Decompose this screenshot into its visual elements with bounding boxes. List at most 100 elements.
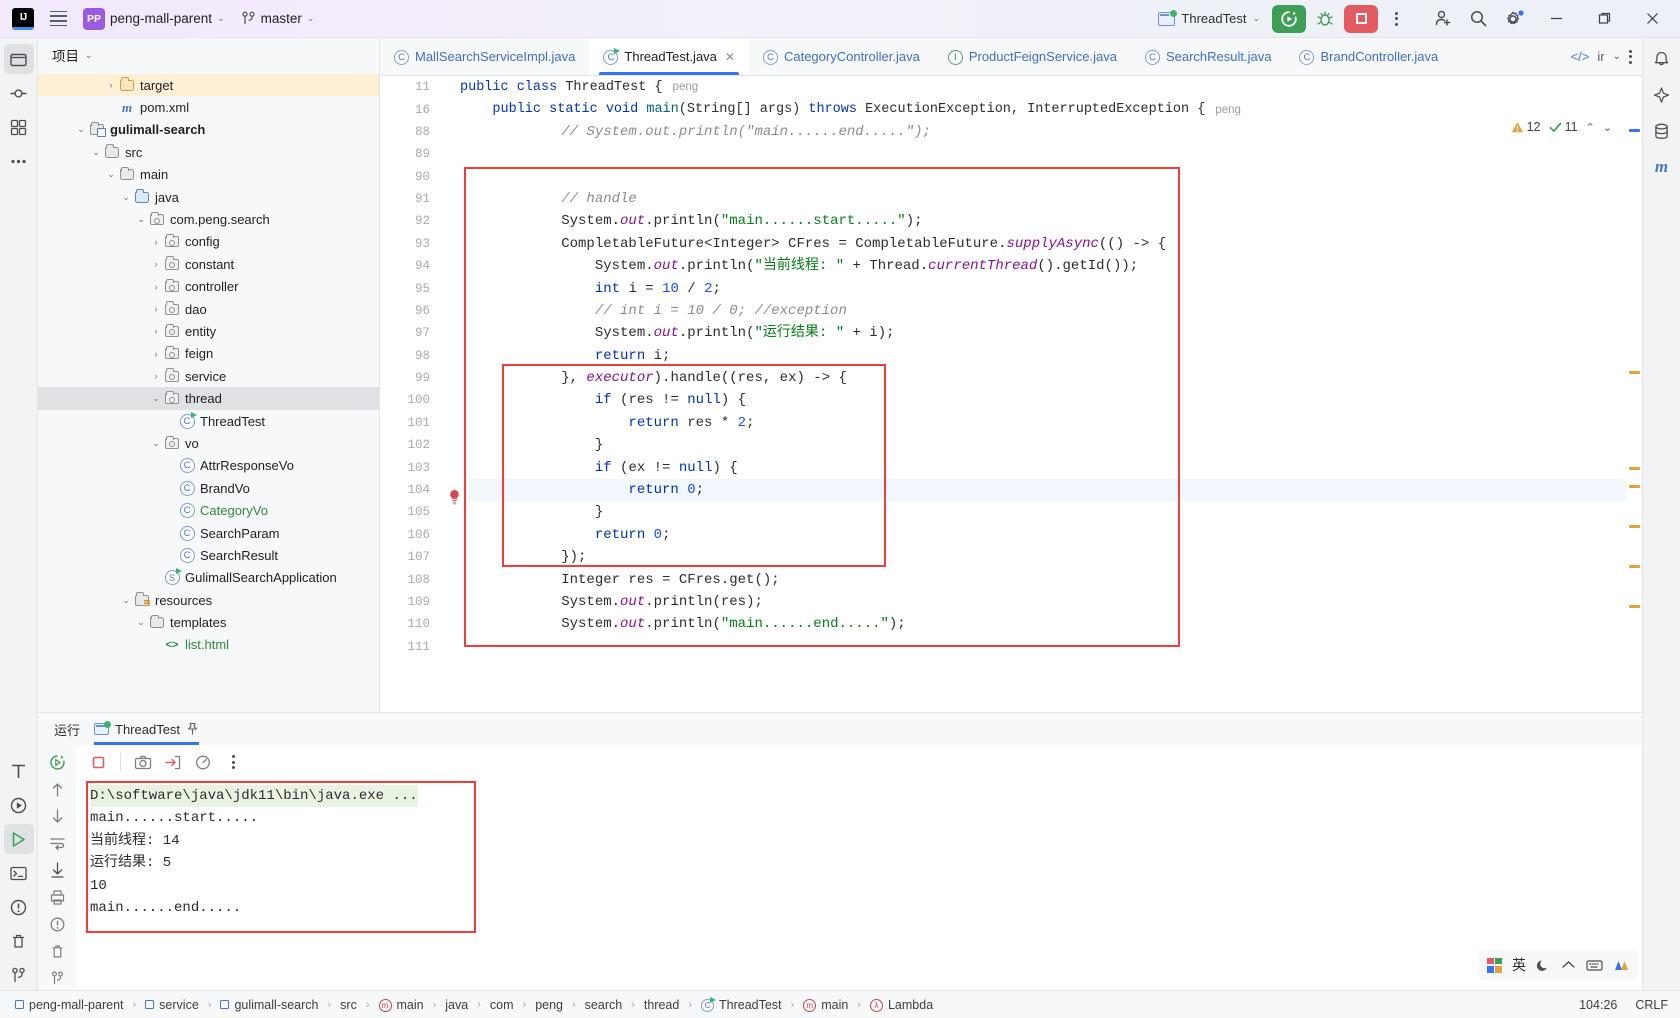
code-line-98[interactable]: return i; [468,345,1626,367]
status-breadcrumb-src[interactable]: src [337,997,360,1013]
chevron-right-icon[interactable]: › [149,349,163,359]
tree-node-searchparam[interactable]: C SearchParam [38,522,379,544]
chevron-down-icon[interactable]: ⌄ [104,169,118,180]
code-text[interactable]: // System.out.println("main......end....… [468,121,1626,712]
database-button[interactable] [1647,116,1677,146]
console-warning-button[interactable] [43,914,71,936]
status-breadcrumb-peng-mall-parent[interactable]: peng-mall-parent [12,997,127,1013]
tree-node-main[interactable]: ⌄ main [38,164,379,186]
chevron-down-icon[interactable]: ⌄ [149,393,163,404]
branch-widget[interactable]: master ⌄ [235,5,321,33]
code-line-103[interactable]: if (ex != null) { [468,457,1626,479]
code-line-110[interactable]: System.out.println("main......end.....")… [468,613,1626,635]
close-tab-icon[interactable]: ✕ [725,50,735,64]
rail-project-button[interactable] [3,44,34,74]
pin-icon[interactable] [186,722,199,736]
tree-node-pom-xml[interactable]: m pom.xml [38,96,379,118]
editor-right-markers[interactable] [1626,120,1642,712]
code-line-92[interactable]: System.out.println("main......start.....… [468,210,1626,232]
rail-run-tool-button[interactable] [3,824,34,854]
tree-node-templates[interactable]: ⌄ templates [38,611,379,633]
tree-node-gulimall-search[interactable]: ⌄ gulimall-search [38,119,379,141]
rail-terminal-t-button[interactable] [4,756,34,786]
project-widget[interactable]: PP peng-mall-parent ⌄ [77,5,231,33]
console-output[interactable]: D:\software\java\jdk11\bin\java.exe ... m… [76,779,1642,990]
tree-node-service[interactable]: › service [38,365,379,387]
rail-commit-button[interactable] [4,78,34,108]
tree-node-target[interactable]: › target [38,74,379,97]
tree-node-src[interactable]: ⌄ src [38,141,379,163]
rerun-button[interactable] [43,751,71,773]
chevron-down-icon[interactable]: ⌄ [134,617,148,628]
chevron-down-icon[interactable]: ⌄ [119,595,133,606]
tree-node-gulimallsearchapplication[interactable]: S GulimallSearchApplication [38,567,379,589]
editor-tab-productfeignservice[interactable]: I ProductFeignService.java [934,38,1131,75]
rail-more-button[interactable] [4,146,34,176]
chevron-down-icon[interactable]: ⌄ [74,124,88,135]
editor-tab-threadtest[interactable]: C ThreadTest.java ✕ [589,38,749,75]
status-breadcrumb-java[interactable]: java [442,997,471,1013]
clear-console-button[interactable] [43,941,71,963]
tree-node-config[interactable]: › config [38,231,379,253]
moon-icon[interactable] [1536,958,1551,973]
code-line-106[interactable]: return 0; [468,524,1626,546]
status-breadcrumb-peng[interactable]: peng [532,997,566,1013]
code-line-101[interactable]: return res * 2; [468,412,1626,434]
inlay-icon[interactable]: ir [1597,49,1604,64]
code-line-88[interactable]: // System.out.println("main......end....… [468,121,1626,143]
stop-button[interactable] [1344,4,1378,33]
tree-node-feign[interactable]: › feign [38,343,379,365]
tree-node-controller[interactable]: › controller [38,276,379,298]
code-line-111[interactable] [468,636,1626,658]
chevron-down-icon[interactable]: ⌄ [134,214,148,225]
maven-button[interactable]: m [1647,152,1677,182]
tree-node-vo[interactable]: ⌄ vo [38,432,379,454]
code-line-95[interactable]: int i = 10 / 2; [468,278,1626,300]
chevron-right-icon[interactable]: › [149,259,163,269]
tree-node-com-peng-search[interactable]: ⌄ com.peng.search [38,208,379,230]
maximize-button[interactable] [1582,0,1626,38]
tree-node-entity[interactable]: › entity [38,320,379,342]
status-breadcrumb-gulimall-search[interactable]: gulimall-search [217,997,321,1013]
code-line-91[interactable]: // handle [468,188,1626,210]
run-button[interactable] [1272,4,1306,33]
code-line-93[interactable]: CompletableFuture<Integer> CFres = Compl… [468,233,1626,255]
tree-node-java[interactable]: ⌄ java [38,186,379,208]
ime-language-label[interactable]: 英 [1512,955,1526,975]
intention-bulb-icon[interactable] [448,489,461,505]
editor-tab-brandcontroller[interactable]: C BrandController.java [1285,38,1452,75]
search-button[interactable] [1463,5,1494,33]
arrow-toggle-icon[interactable] [1561,958,1576,973]
code-line-94[interactable]: System.out.println("当前线程: " + Thread.cur… [468,255,1626,277]
status-breadcrumb-threadtest[interactable]: C ThreadTest [698,996,785,1013]
tree-node-categoryvo[interactable]: C CategoryVo [38,499,379,521]
editor-tab-mallsearchserviceimpl[interactable]: C MallSearchServiceImpl.java [380,38,589,75]
rail-structure-button[interactable] [4,112,34,142]
code-line-100[interactable]: if (res != null) { [468,389,1626,411]
chevron-down-icon[interactable]: ⌄ [89,147,103,158]
scroll-up-button[interactable] [43,778,71,800]
soft-wrap-button[interactable] [43,832,71,854]
close-button[interactable] [1630,0,1674,38]
run-tab-threadtest[interactable]: ThreadTest [94,713,200,745]
status-breadcrumb-service[interactable]: service [142,997,202,1013]
prev-highlight-icon[interactable]: ⌃ [1586,121,1595,134]
editor-tab-searchresult[interactable]: C SearchResult.java [1131,38,1286,75]
code-viewport[interactable]: 88 89 90 91 92 93 94 95 96 97 98 99 100 101 102 103 104 1… [380,120,1642,712]
code-line-104[interactable]: return 0; [468,479,1626,502]
inspection-widget[interactable]: 12 11 ⌃ ⌄ [1511,120,1612,134]
chevron-right-icon[interactable]: › [149,326,163,336]
tree-node-threadtest[interactable]: C ThreadTest [38,410,379,432]
settings-button[interactable] [1498,5,1530,33]
rail-trash-button[interactable] [4,926,34,956]
status-breadcrumb-main[interactable]: m main [376,996,427,1013]
code-line-96[interactable]: // int i = 10 / 0; //exception [468,300,1626,322]
screenshot-button[interactable] [129,748,157,776]
caret-position[interactable]: 104:26 [1579,998,1617,1012]
tree-node-thread[interactable]: ⌄ thread [38,387,379,410]
code-line-108[interactable]: Integer res = CFres.get(); [468,569,1626,591]
chevron-down-icon-project[interactable]: ⌄ [85,50,93,61]
app-logo[interactable]: IJ [6,5,40,33]
vcs-console-button[interactable] [43,968,71,990]
profiler-button[interactable] [189,748,217,776]
